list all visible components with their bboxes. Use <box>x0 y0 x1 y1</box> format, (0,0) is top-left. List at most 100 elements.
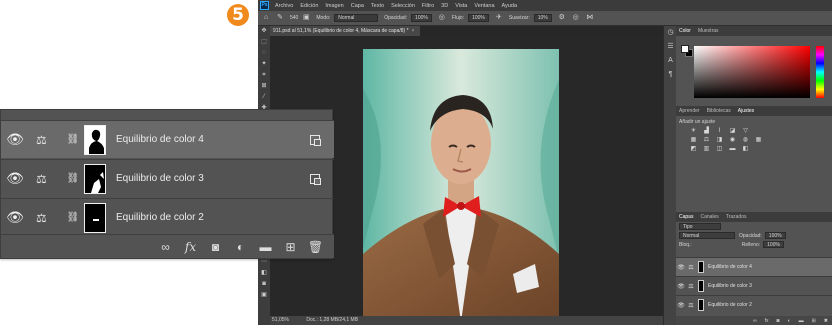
link-layers-icon[interactable]: ∞ <box>753 318 757 324</box>
levels-icon[interactable]: ▟ <box>703 128 710 134</box>
lasso-tool-icon[interactable]: ◌ <box>258 48 270 59</box>
layer-mask-thumbnail[interactable] <box>84 202 106 233</box>
mask-icon[interactable]: ◙ <box>203 240 228 254</box>
screen-mode-icon[interactable]: ▣ <box>258 290 270 301</box>
hue-saturation-icon[interactable]: ▦ <box>690 137 697 143</box>
opacity-field[interactable]: 100% <box>411 14 432 22</box>
tab-paths[interactable]: Trazados <box>726 214 747 220</box>
eye-icon[interactable]: 👁 <box>676 302 686 309</box>
mask-icon[interactable]: ◙ <box>777 318 780 324</box>
adjustment-icon[interactable]: ◐ <box>788 318 791 324</box>
eye-icon[interactable]: 👁 <box>1 170 29 187</box>
posterize-icon[interactable]: ▥ <box>703 146 710 152</box>
layer-filter-select[interactable]: Tipo <box>679 223 721 230</box>
menu-archivo[interactable]: Archivo <box>275 3 293 9</box>
quick-mask-icon[interactable]: ◙ <box>258 279 270 290</box>
brush-tool-icon[interactable]: ✎ <box>276 14 284 22</box>
layer-mask-thumbnail[interactable] <box>698 280 704 292</box>
channel-mixer-icon[interactable]: ◍ <box>742 137 749 143</box>
menu-filtro[interactable]: Filtro <box>422 3 434 9</box>
smoothing-field[interactable]: 10% <box>533 14 552 22</box>
menu-texto[interactable]: Texto <box>371 3 384 9</box>
blend-mode-select[interactable]: Normal <box>679 232 735 239</box>
link-icon[interactable]: ⛓ <box>66 212 80 223</box>
layer-row-color-balance-4[interactable]: 👁 ⚖ ⛓ Equilibrio de color 4 <box>1 120 334 158</box>
tab-layers[interactable]: Capas <box>679 214 693 220</box>
marquee-tool-icon[interactable]: ⬚ <box>258 37 270 48</box>
tab-swatches[interactable]: Muestras <box>698 28 719 34</box>
link-icon[interactable]: ⛓ <box>66 134 80 145</box>
portrait-photo[interactable] <box>363 49 559 322</box>
invert-icon[interactable]: ◩ <box>690 146 697 152</box>
trash-icon[interactable]: ✖ <box>824 318 828 324</box>
tab-channels[interactable]: Canales <box>700 214 718 220</box>
foreground-color-swatch[interactable] <box>681 45 689 53</box>
color-lookup-icon[interactable]: ▦ <box>755 137 762 143</box>
threshold-icon[interactable]: ◫ <box>716 146 723 152</box>
menu-ayuda[interactable]: Ayuda <box>502 3 518 9</box>
small-layer-row[interactable]: 👁 ⚖ Equilibrio de color 3 <box>676 276 832 295</box>
color-balance-icon[interactable]: ⚖ <box>703 137 710 143</box>
tab-learn[interactable]: Aprender <box>679 108 700 114</box>
brush-size[interactable]: 540 <box>290 15 298 21</box>
fg-bg-colors-icon[interactable]: ◧ <box>258 268 270 279</box>
brush-panel-icon[interactable]: ▣ <box>302 14 310 22</box>
photo-filter-icon[interactable]: ◉ <box>729 137 736 143</box>
trash-icon[interactable]: 🗑 <box>303 240 328 254</box>
layer-row-color-balance-3[interactable]: 👁 ⚖ ⛓ Equilibrio de color 3 <box>1 159 334 197</box>
settings-gear-icon[interactable]: ⚙ <box>558 14 566 22</box>
eye-icon[interactable]: 👁 <box>676 264 686 271</box>
adjustment-icon[interactable]: ◐ <box>228 240 253 254</box>
layer-mask-thumbnail[interactable] <box>698 261 704 273</box>
pressure-opacity-icon[interactable]: ◎ <box>438 14 446 22</box>
menu-vista[interactable]: Vista <box>455 3 467 9</box>
exposure-icon[interactable]: ◪ <box>729 128 736 134</box>
new-layer-icon[interactable]: ⊞ <box>278 240 303 254</box>
layer-mask-thumbnail[interactable] <box>698 299 704 311</box>
layer-mask-thumbnail[interactable] <box>84 163 106 194</box>
small-layer-row[interactable]: 👁 ⚖ Equilibrio de color 2 <box>676 295 832 314</box>
menu-edicion[interactable]: Edición <box>300 3 318 9</box>
airbrush-icon[interactable]: ✈ <box>495 14 503 22</box>
fill-field[interactable]: 100% <box>763 241 784 248</box>
home-icon[interactable]: ⌂ <box>262 14 270 22</box>
zoom-level[interactable]: 51,05% <box>272 317 289 323</box>
menu-seleccion[interactable]: Selección <box>391 3 415 9</box>
menu-ventana[interactable]: Ventana <box>474 3 494 9</box>
tab-adjustments[interactable]: Ajustes <box>738 108 754 114</box>
gradient-map-icon[interactable]: ▬ <box>729 146 736 152</box>
brightness-contrast-icon[interactable]: ☀ <box>690 128 697 134</box>
eye-icon[interactable]: 👁 <box>1 209 29 226</box>
frame-tool-icon[interactable]: ⊠ <box>258 81 270 92</box>
menu-imagen[interactable]: Imagen <box>325 3 343 9</box>
layer-mask-thumbnail[interactable] <box>84 124 106 155</box>
link-layers-icon[interactable]: ∞ <box>153 240 178 254</box>
tab-libraries[interactable]: Bibliotecas <box>707 108 731 114</box>
link-icon[interactable]: ⛓ <box>66 173 80 184</box>
menu-capa[interactable]: Capa <box>351 3 364 9</box>
pressure-size-icon[interactable]: ◎ <box>572 14 580 22</box>
selective-color-icon[interactable]: ◧ <box>742 146 749 152</box>
vibrance-icon[interactable]: ▽ <box>742 128 749 134</box>
black-white-icon[interactable]: ◨ <box>716 137 723 143</box>
move-tool-icon[interactable]: ✥ <box>258 26 270 37</box>
symmetry-icon[interactable]: ⋈ <box>586 14 594 22</box>
quick-select-tool-icon[interactable]: ✦ <box>258 59 270 70</box>
crop-tool-icon[interactable]: ⌗ <box>258 70 270 81</box>
curves-icon[interactable]: ⌇ <box>716 128 723 134</box>
hue-slider[interactable] <box>816 46 824 98</box>
tab-color[interactable]: Color <box>679 28 691 34</box>
color-picker-field[interactable] <box>694 46 810 98</box>
group-folder-icon[interactable]: ▬ <box>799 318 804 324</box>
eye-icon[interactable]: 👁 <box>1 131 29 148</box>
group-folder-icon[interactable]: ▬ <box>253 240 278 254</box>
layer-row-color-balance-2[interactable]: 👁 ⚖ ⛓ Equilibrio de color 2 <box>1 198 334 236</box>
mode-select[interactable]: Normal <box>334 14 379 22</box>
flow-field[interactable]: 100% <box>468 14 489 22</box>
document-tab[interactable]: 911.psd al 51,1% (Equilibrio de color 4,… <box>270 26 420 36</box>
fx-icon[interactable]: fx <box>765 318 769 324</box>
eye-icon[interactable]: 👁 <box>676 283 686 290</box>
small-layer-row[interactable]: 👁 ⚖ Equilibrio de color 4 <box>676 257 832 276</box>
eyedropper-tool-icon[interactable]: ⁄ <box>258 92 270 103</box>
new-layer-icon[interactable]: ⊞ <box>812 318 816 324</box>
